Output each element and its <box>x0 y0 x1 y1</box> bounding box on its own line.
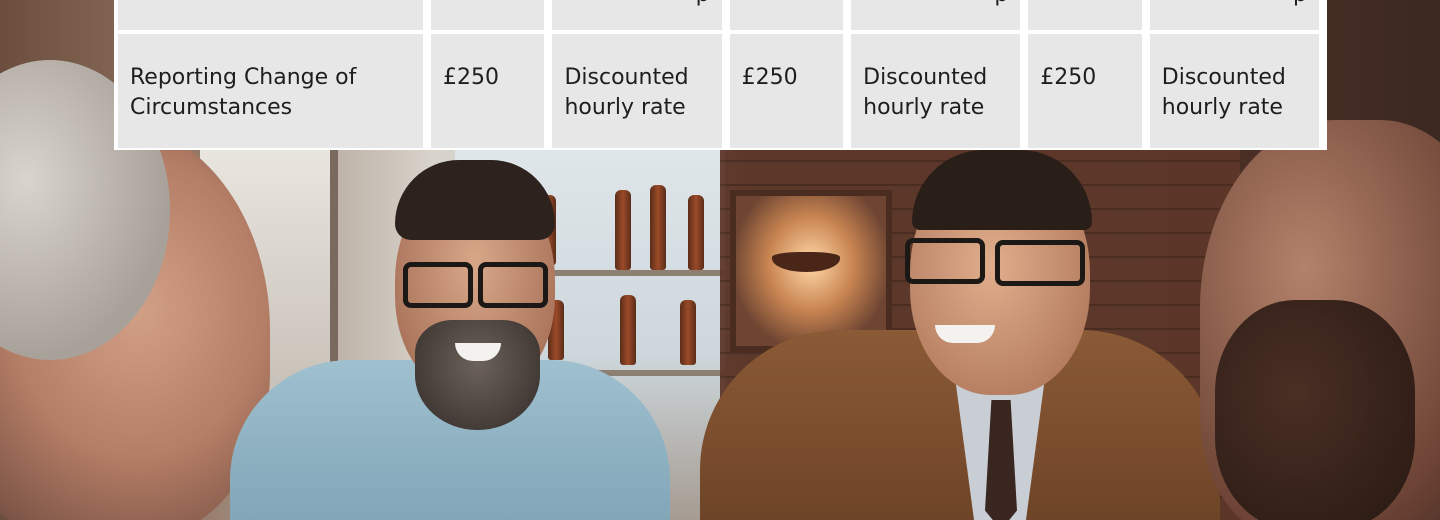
cell-text: p <box>863 0 1008 10</box>
table-row: p p p <box>118 0 1319 30</box>
pricing-table: p p p Reporting Change of Circumstances … <box>110 0 1327 152</box>
page: p p p Reporting Change of Circumstances … <box>0 0 1440 520</box>
table-cell: p <box>1149 0 1319 30</box>
table-cell <box>1028 0 1142 30</box>
cell-text: p <box>564 0 710 10</box>
hourly-rate-cell: Discounted hourly rate <box>1149 34 1319 148</box>
glasses <box>403 262 473 308</box>
glasses <box>995 240 1085 286</box>
table-cell <box>729 0 844 30</box>
hourly-rate-cell: Discounted hourly rate <box>552 34 722 148</box>
bottle <box>688 195 704 270</box>
pricing-table-container: p p p Reporting Change of Circumstances … <box>114 0 1327 150</box>
bottle <box>650 185 666 270</box>
price-cell: £250 <box>729 34 844 148</box>
bottle <box>680 300 696 365</box>
table-row: Reporting Change of Circumstances £250 D… <box>118 34 1319 148</box>
glasses <box>478 262 548 308</box>
smile <box>935 325 995 343</box>
hourly-rate-cell: Discounted hourly rate <box>851 34 1021 148</box>
price-cell: £250 <box>431 34 545 148</box>
service-name-cell: Reporting Change of Circumstances <box>118 34 423 148</box>
bottle <box>620 295 636 365</box>
table-cell: p <box>851 0 1021 30</box>
person-middle-beard <box>415 320 540 430</box>
table-cell: p <box>552 0 722 30</box>
price-cell: £250 <box>1028 34 1142 148</box>
person-far-right-beard <box>1215 300 1415 520</box>
table-cell <box>431 0 545 30</box>
table-cell <box>118 0 423 30</box>
cell-text: p <box>1162 0 1307 10</box>
glasses <box>905 238 985 284</box>
bottle <box>615 190 631 270</box>
